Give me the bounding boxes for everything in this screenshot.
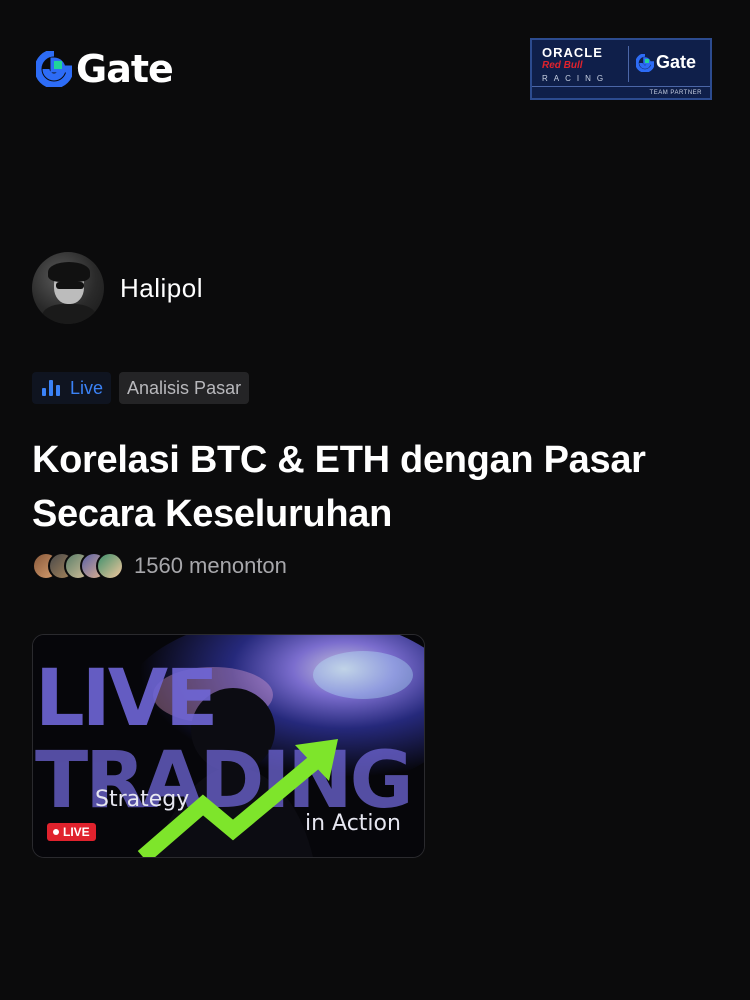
partner-racing-text: RACING: [542, 74, 610, 83]
live-badge: LIVE: [47, 823, 96, 841]
category-tag-label: Analisis Pasar: [127, 377, 242, 398]
header: Gate ORACLE Red Bull RACING Gate TEAM PA…: [0, 0, 750, 120]
category-tag[interactable]: Analisis Pasar: [119, 372, 250, 404]
thumbnail-caption-left: Strategy: [95, 787, 190, 812]
stream-title: Korelasi BTC & ETH dengan Pasar Secara K…: [32, 439, 646, 535]
team-partner-badge: ORACLE Red Bull RACING Gate TEAM PARTNER: [530, 38, 712, 100]
viewers-row: 1560 menonton: [32, 552, 287, 580]
live-badge-label: LIVE: [63, 825, 90, 839]
partner-gate-text: Gate: [656, 52, 697, 72]
partner-rule: [532, 86, 710, 87]
live-dot-icon: [53, 829, 59, 835]
avatar-sunglasses: [56, 282, 84, 289]
tag-row: Live Analisis Pasar: [32, 372, 250, 404]
stream-thumbnail[interactable]: LIVE TRADING Strategy in Action LIVE: [32, 634, 425, 858]
logo-text: Gate: [76, 47, 174, 91]
live-bars-icon: [42, 380, 60, 396]
thumbnail-caption-right: in Action: [305, 811, 401, 836]
viewer-avatar: [96, 552, 124, 580]
gate-logo-icon: [36, 51, 72, 87]
live-tag-label: Live: [70, 377, 104, 398]
avatar-hair: [48, 262, 90, 282]
partner-redbull-text: Red Bull: [542, 60, 583, 71]
live-tag: Live: [32, 372, 112, 404]
gate-logo-small-icon: [636, 53, 654, 72]
partner-footer-text: TEAM PARTNER: [649, 90, 702, 96]
viewer-avatars: [32, 552, 124, 580]
avatar[interactable]: [32, 252, 104, 324]
author-row[interactable]: Halipol: [32, 252, 203, 324]
partner-divider: [628, 46, 629, 82]
avatar-body: [42, 304, 96, 324]
partner-oracle-text: ORACLE: [542, 45, 603, 60]
viewer-count: 1560 menonton: [134, 553, 287, 578]
gate-logo[interactable]: Gate: [36, 47, 174, 91]
partner-gate-logo: Gate: [636, 52, 696, 73]
author-name[interactable]: Halipol: [120, 273, 203, 304]
